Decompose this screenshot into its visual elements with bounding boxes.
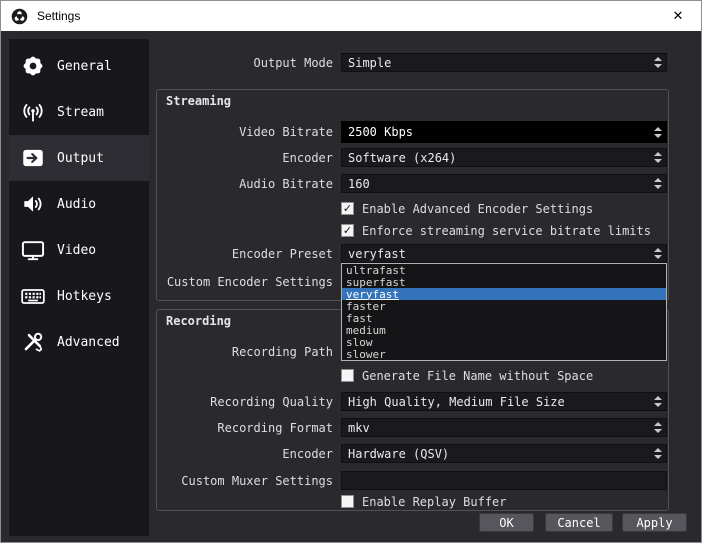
dropdown-option-fast[interactable]: fast bbox=[342, 312, 666, 325]
custom-muxer-row: Custom Muxer Settings bbox=[1, 471, 701, 490]
output-mode-row: Output Mode Simple bbox=[1, 53, 701, 72]
settings-window: Settings ✕ General Stream Output Audio V… bbox=[0, 0, 702, 543]
output-mode-select[interactable]: Simple bbox=[341, 53, 667, 72]
dropdown-option-medium[interactable]: medium bbox=[342, 324, 666, 337]
combo-arrows-icon bbox=[654, 149, 662, 166]
combo-arrows-icon bbox=[654, 54, 662, 71]
recording-format-value: mkv bbox=[348, 420, 370, 435]
settings-body: General Stream Output Audio Video Hotkey… bbox=[1, 31, 701, 542]
stream-encoder-select[interactable]: Software (x264) bbox=[341, 148, 667, 167]
advanced-encoder-row: ✓ Enable Advanced Encoder Settings bbox=[1, 201, 701, 216]
recording-quality-label: Recording Quality bbox=[210, 394, 333, 409]
audio-bitrate-select[interactable]: 160 bbox=[341, 174, 667, 193]
combo-arrows-icon bbox=[654, 419, 662, 436]
checkbox-unchecked-icon bbox=[341, 495, 354, 508]
encoder-preset-row: Encoder Preset veryfast bbox=[1, 244, 701, 263]
recording-encoder-label: Encoder bbox=[282, 446, 333, 461]
spinbox-arrows-icon bbox=[654, 122, 662, 142]
output-mode-label: Output Mode bbox=[253, 55, 333, 70]
checkbox-label: Enforce streaming service bitrate limits bbox=[362, 223, 651, 238]
dropdown-option-faster[interactable]: faster bbox=[342, 300, 666, 313]
video-bitrate-value: 2500 Kbps bbox=[348, 125, 414, 139]
generate-no-space-row: Generate File Name without Space bbox=[1, 368, 701, 383]
dropdown-option-veryfast[interactable]: veryfast bbox=[342, 288, 666, 301]
audio-bitrate-label: Audio Bitrate bbox=[239, 176, 333, 191]
encoder-preset-dropdown: ultrafast superfast veryfast faster fast… bbox=[341, 263, 667, 361]
encoder-preset-value: veryfast bbox=[348, 246, 406, 261]
enforce-bitrate-limits-checkbox[interactable]: ✓ Enforce streaming service bitrate limi… bbox=[341, 223, 651, 238]
recording-path-label: Recording Path bbox=[231, 344, 333, 359]
dropdown-option-slower[interactable]: slower bbox=[342, 348, 666, 361]
checkbox-checked-icon: ✓ bbox=[341, 224, 354, 237]
custom-muxer-input[interactable] bbox=[341, 471, 667, 490]
window-title: Settings bbox=[37, 9, 81, 23]
video-bitrate-input[interactable]: 2500 Kbps bbox=[341, 121, 667, 143]
output-mode-value: Simple bbox=[348, 55, 392, 70]
streaming-group-title: Streaming bbox=[166, 94, 232, 108]
close-button[interactable]: ✕ bbox=[665, 9, 691, 24]
titlebar: Settings ✕ bbox=[1, 1, 701, 31]
checkbox-label: Enable Replay Buffer bbox=[362, 494, 507, 509]
sidebar-item-label: Stream bbox=[57, 104, 104, 120]
checkbox-unchecked-icon bbox=[341, 369, 354, 382]
obs-logo-icon bbox=[11, 8, 28, 24]
enable-advanced-encoder-checkbox[interactable]: ✓ Enable Advanced Encoder Settings bbox=[341, 201, 593, 216]
recording-format-select[interactable]: mkv bbox=[341, 418, 667, 437]
recording-format-label: Recording Format bbox=[217, 420, 333, 435]
enforce-limits-row: ✓ Enforce streaming service bitrate limi… bbox=[1, 223, 701, 238]
recording-group-title: Recording bbox=[166, 314, 232, 328]
stream-encoder-label: Encoder bbox=[282, 150, 333, 165]
stream-encoder-row: Encoder Software (x264) bbox=[1, 148, 701, 167]
video-bitrate-label: Video Bitrate bbox=[239, 125, 333, 139]
custom-muxer-label: Custom Muxer Settings bbox=[181, 473, 333, 488]
cancel-button[interactable]: Cancel bbox=[545, 513, 613, 532]
combo-arrows-icon bbox=[654, 245, 662, 262]
generate-no-space-checkbox[interactable]: Generate File Name without Space bbox=[341, 368, 593, 383]
combo-arrows-icon bbox=[654, 175, 662, 192]
recording-quality-row: Recording Quality High Quality, Medium F… bbox=[1, 392, 701, 411]
recording-quality-select[interactable]: High Quality, Medium File Size bbox=[341, 392, 667, 411]
encoder-preset-label: Encoder Preset bbox=[231, 246, 333, 261]
apply-button[interactable]: Apply bbox=[622, 513, 687, 532]
checkbox-label: Enable Advanced Encoder Settings bbox=[362, 201, 594, 216]
dropdown-option-ultrafast[interactable]: ultrafast bbox=[342, 264, 666, 277]
checkbox-label: Generate File Name without Space bbox=[362, 368, 594, 383]
combo-arrows-icon bbox=[654, 445, 662, 462]
audio-bitrate-row: Audio Bitrate 160 bbox=[1, 174, 701, 193]
recording-format-row: Recording Format mkv bbox=[1, 418, 701, 437]
combo-arrows-icon bbox=[654, 393, 662, 410]
checkbox-checked-icon: ✓ bbox=[341, 202, 354, 215]
recording-encoder-select[interactable]: Hardware (QSV) bbox=[341, 444, 667, 463]
stream-encoder-value: Software (x264) bbox=[348, 150, 457, 165]
video-bitrate-row: Video Bitrate 2500 Kbps bbox=[1, 121, 701, 143]
dropdown-option-slow[interactable]: slow bbox=[342, 336, 666, 349]
audio-bitrate-value: 160 bbox=[348, 176, 370, 191]
recording-encoder-row: Encoder Hardware (QSV) bbox=[1, 444, 701, 463]
ok-button[interactable]: OK bbox=[479, 513, 534, 532]
dropdown-option-superfast[interactable]: superfast bbox=[342, 276, 666, 289]
encoder-preset-select[interactable]: veryfast bbox=[341, 244, 667, 263]
enable-replay-row: Enable Replay Buffer bbox=[1, 494, 701, 509]
custom-encoder-settings-label: Custom Encoder Settings bbox=[166, 274, 333, 289]
recording-encoder-value: Hardware (QSV) bbox=[348, 446, 450, 461]
enable-replay-buffer-checkbox[interactable]: Enable Replay Buffer bbox=[341, 494, 507, 509]
recording-quality-value: High Quality, Medium File Size bbox=[348, 394, 565, 409]
